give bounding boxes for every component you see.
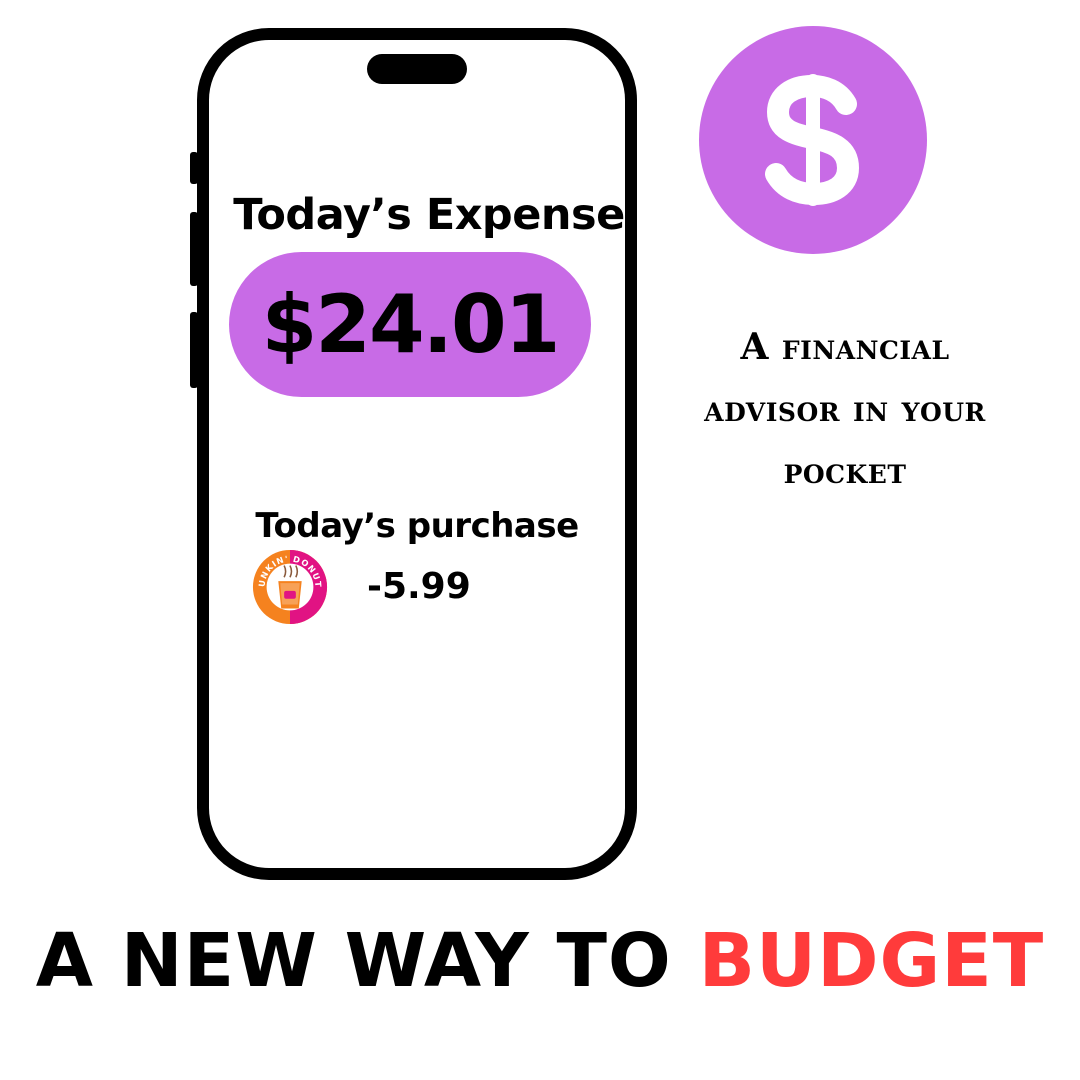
phone-mockup: Today’s Expense $24.01 Today’s purchase … xyxy=(197,28,637,880)
phone-notch xyxy=(367,54,467,84)
dollar-badge xyxy=(699,26,927,254)
expense-amount: $24.01 xyxy=(261,278,561,371)
purchase-list-item[interactable]: DUNKIN' DONUTS -5.99 xyxy=(251,548,591,630)
headline-lead: A NEW WAY TO xyxy=(35,918,672,1004)
dunkin-donuts-logo-icon: DUNKIN' DONUTS xyxy=(251,548,328,625)
headline-accent: BUDGET xyxy=(698,918,1045,1004)
dollar-sign-icon xyxy=(765,74,860,206)
headline: A NEW WAY TO BUDGET xyxy=(0,918,1080,1004)
expense-amount-badge: $24.01 xyxy=(229,252,591,397)
purchase-title: Today’s purchase xyxy=(255,506,579,546)
tagline: A financial advisor in your pocket xyxy=(704,326,986,492)
purchase-amount: -5.99 xyxy=(367,566,471,607)
expense-title: Today’s Expense xyxy=(233,190,625,240)
